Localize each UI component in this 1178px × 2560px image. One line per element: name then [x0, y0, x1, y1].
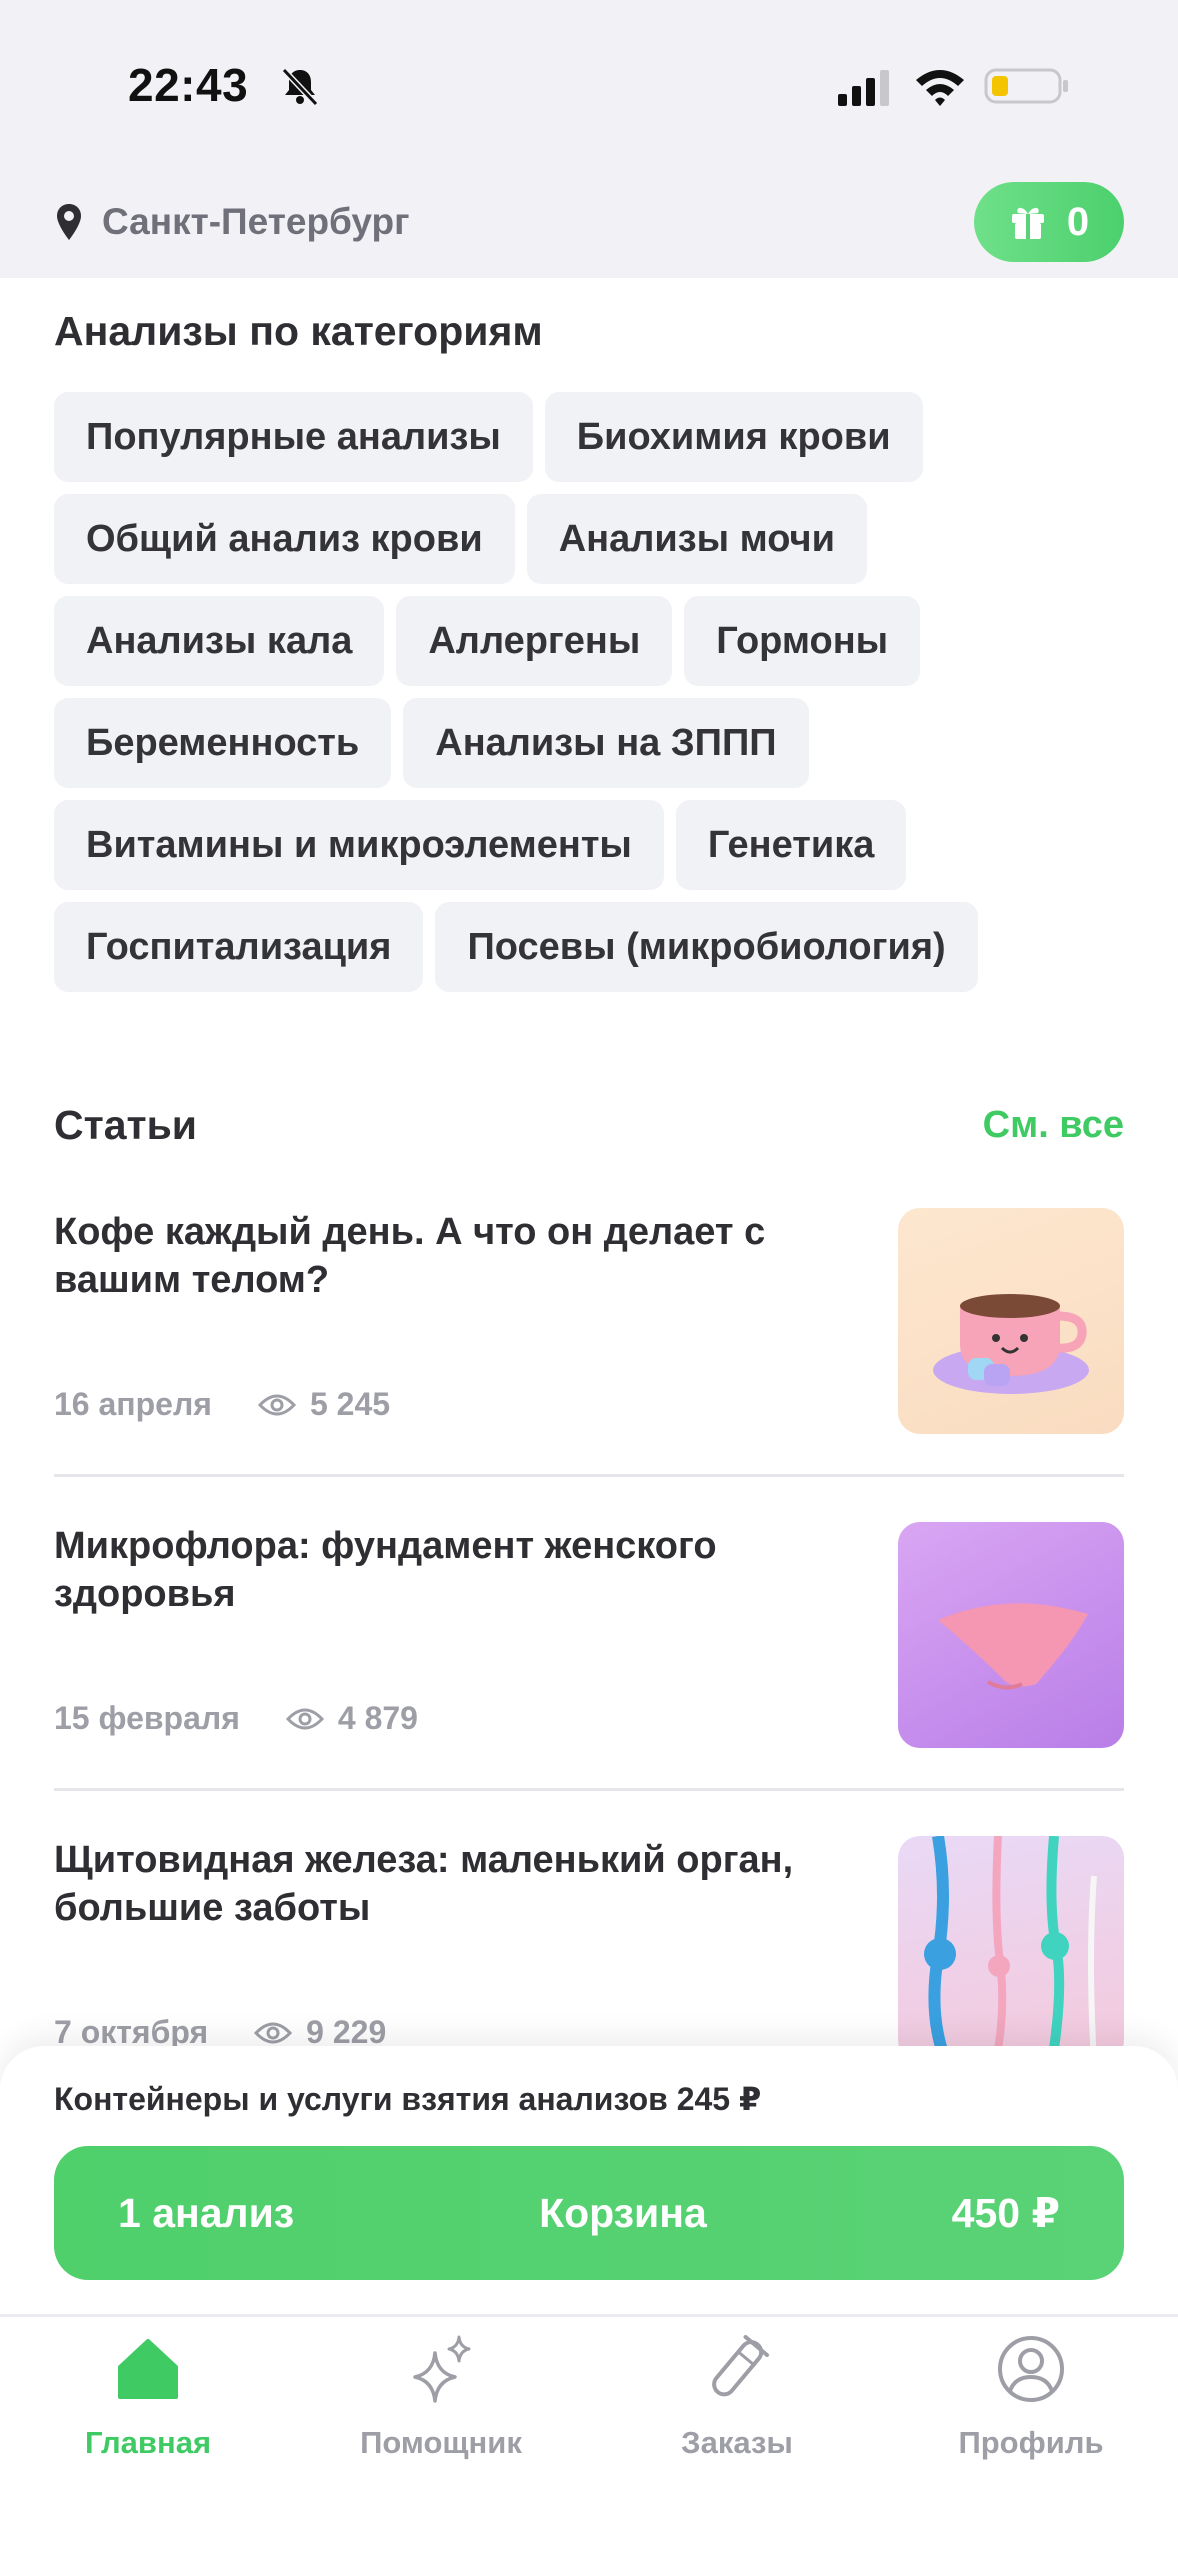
- tab-home[interactable]: Главная: [28, 2317, 268, 2477]
- article-title: Щитовидная железа: маленький орган, боль…: [54, 1839, 794, 1929]
- cart-button[interactable]: 1 анализ Корзина 450 ₽: [54, 2146, 1124, 2280]
- tab-assistant[interactable]: Помощник: [321, 2317, 561, 2477]
- category-chip[interactable]: Госпитализация: [54, 902, 424, 992]
- category-chip[interactable]: Аллергены: [396, 596, 673, 686]
- divider: [54, 1474, 1124, 1477]
- bonus-button[interactable]: 0: [974, 182, 1124, 262]
- battery-icon: [984, 68, 1068, 104]
- article-image-microflora: [898, 1522, 1124, 1748]
- sparkle-icon: [413, 2335, 471, 2403]
- category-chip[interactable]: Посевы (микробиология): [435, 902, 978, 992]
- tab-label: Профиль: [958, 2425, 1104, 2460]
- article-views: 4 879: [337, 1700, 418, 1736]
- bonus-count: 0: [1066, 199, 1090, 244]
- articles-title: Статьи: [54, 1102, 197, 1148]
- tab-profile[interactable]: Профиль: [911, 2317, 1151, 2477]
- article-card[interactable]: Микрофлора: фундамент женского здоровья …: [54, 1522, 1124, 1748]
- cart-total: 450 ₽: [951, 2190, 1060, 2236]
- tab-label: Заказы: [681, 2425, 793, 2460]
- chip-row: Общий анализ крови Анализы мочи: [54, 494, 1134, 584]
- category-chip[interactable]: Популярные анализы: [54, 392, 533, 482]
- article-date: 15 февраля: [54, 1700, 240, 1736]
- knotted-ropes-illustration: [924, 1836, 1097, 2062]
- chip-row: Госпитализация Посевы (микробиология): [54, 902, 1134, 992]
- divider: [54, 1788, 1124, 1791]
- category-chip[interactable]: Общий анализ крови: [54, 494, 515, 584]
- tab-orders[interactable]: Заказы: [617, 2317, 857, 2477]
- eye-icon: [285, 1708, 324, 1729]
- article-card[interactable]: Щитовидная железа: маленький орган, боль…: [54, 1836, 1124, 2062]
- chip-row: Популярные анализы Биохимия крови: [54, 392, 1134, 482]
- article-meta: 16 апреля 5 245: [54, 1386, 390, 1423]
- home-icon: [118, 2339, 178, 2399]
- city-name: Санкт-Петербург: [102, 201, 410, 242]
- article-image-coffee: [898, 1208, 1124, 1434]
- underwear-illustration: [938, 1603, 1088, 1690]
- article-date: 16 апреля: [54, 1386, 212, 1422]
- cart-panel: Контейнеры и услуги взятия анализов 245 …: [0, 2046, 1178, 2314]
- cellular-signal-icon: [838, 70, 889, 106]
- category-chip[interactable]: Витамины и микроэлементы: [54, 800, 664, 890]
- location-selector[interactable]: Санкт-Петербург: [54, 196, 410, 248]
- category-chip[interactable]: Беременность: [54, 698, 392, 788]
- categories-title: Анализы по категориям: [54, 308, 543, 354]
- article-meta: 15 февраля 4 879: [54, 1700, 418, 1737]
- cart-label: Корзина: [539, 2189, 707, 2236]
- profile-icon: [998, 2336, 1064, 2402]
- bell-muted-icon: [281, 67, 319, 107]
- coffee-cup-illustration: [933, 1294, 1089, 1394]
- location-pin-icon: [57, 204, 81, 240]
- article-title: Кофе каждый день. А что он делает с ваши…: [54, 1211, 766, 1301]
- tab-label: Главная: [84, 2425, 212, 2460]
- header: 22:43 Санкт-Петербург 0: [0, 0, 1178, 278]
- category-chip[interactable]: Биохимия крови: [544, 392, 923, 482]
- chip-row: Анализы кала Аллергены Гормоны: [54, 596, 1134, 686]
- cart-count: 1 анализ: [118, 2189, 295, 2236]
- category-chip[interactable]: Анализы кала: [54, 596, 385, 686]
- article-card[interactable]: Кофе каждый день. А что он делает с ваши…: [54, 1208, 1124, 1434]
- eye-icon: [257, 1394, 296, 1415]
- category-chip[interactable]: Анализы мочи: [526, 494, 867, 584]
- wifi-icon: [916, 70, 964, 106]
- home-screen: 22:43 Санкт-Петербург 0 Анализы по катег…: [0, 0, 1178, 2560]
- category-chips: Популярные анализы Биохимия крови Общий …: [54, 392, 1134, 1004]
- eye-icon: [254, 2022, 293, 2043]
- category-chip[interactable]: Генетика: [675, 800, 907, 890]
- tab-bar: Главная Помощник Заказы Профиль: [0, 2314, 1178, 2560]
- status-time: 22:43: [128, 59, 249, 111]
- cart-services-note: Контейнеры и услуги взятия анализов 245 …: [54, 2081, 762, 2117]
- gift-icon: [1011, 207, 1044, 239]
- category-chip[interactable]: Анализы на ЗППП: [403, 698, 809, 788]
- category-chip[interactable]: Гормоны: [684, 596, 921, 686]
- article-title: Микрофлора: фундамент женского здоровья: [54, 1525, 717, 1615]
- see-all-link[interactable]: См. все: [983, 1104, 1124, 1147]
- test-tube-icon: [712, 2335, 770, 2397]
- tab-label: Помощник: [360, 2425, 522, 2460]
- article-views: 5 245: [309, 1386, 391, 1422]
- chip-row: Беременность Анализы на ЗППП: [54, 698, 1134, 788]
- article-image-thyroid: [898, 1836, 1124, 2062]
- chip-row: Витамины и микроэлементы Генетика: [54, 800, 1134, 890]
